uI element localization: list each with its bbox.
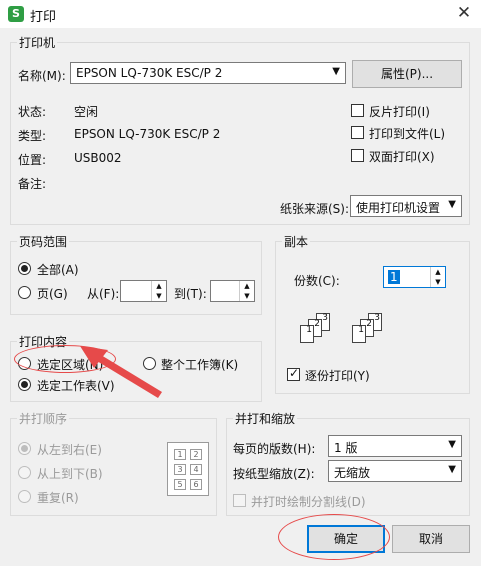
annotation-arrow xyxy=(80,346,162,398)
arrow-shaft xyxy=(92,352,162,398)
